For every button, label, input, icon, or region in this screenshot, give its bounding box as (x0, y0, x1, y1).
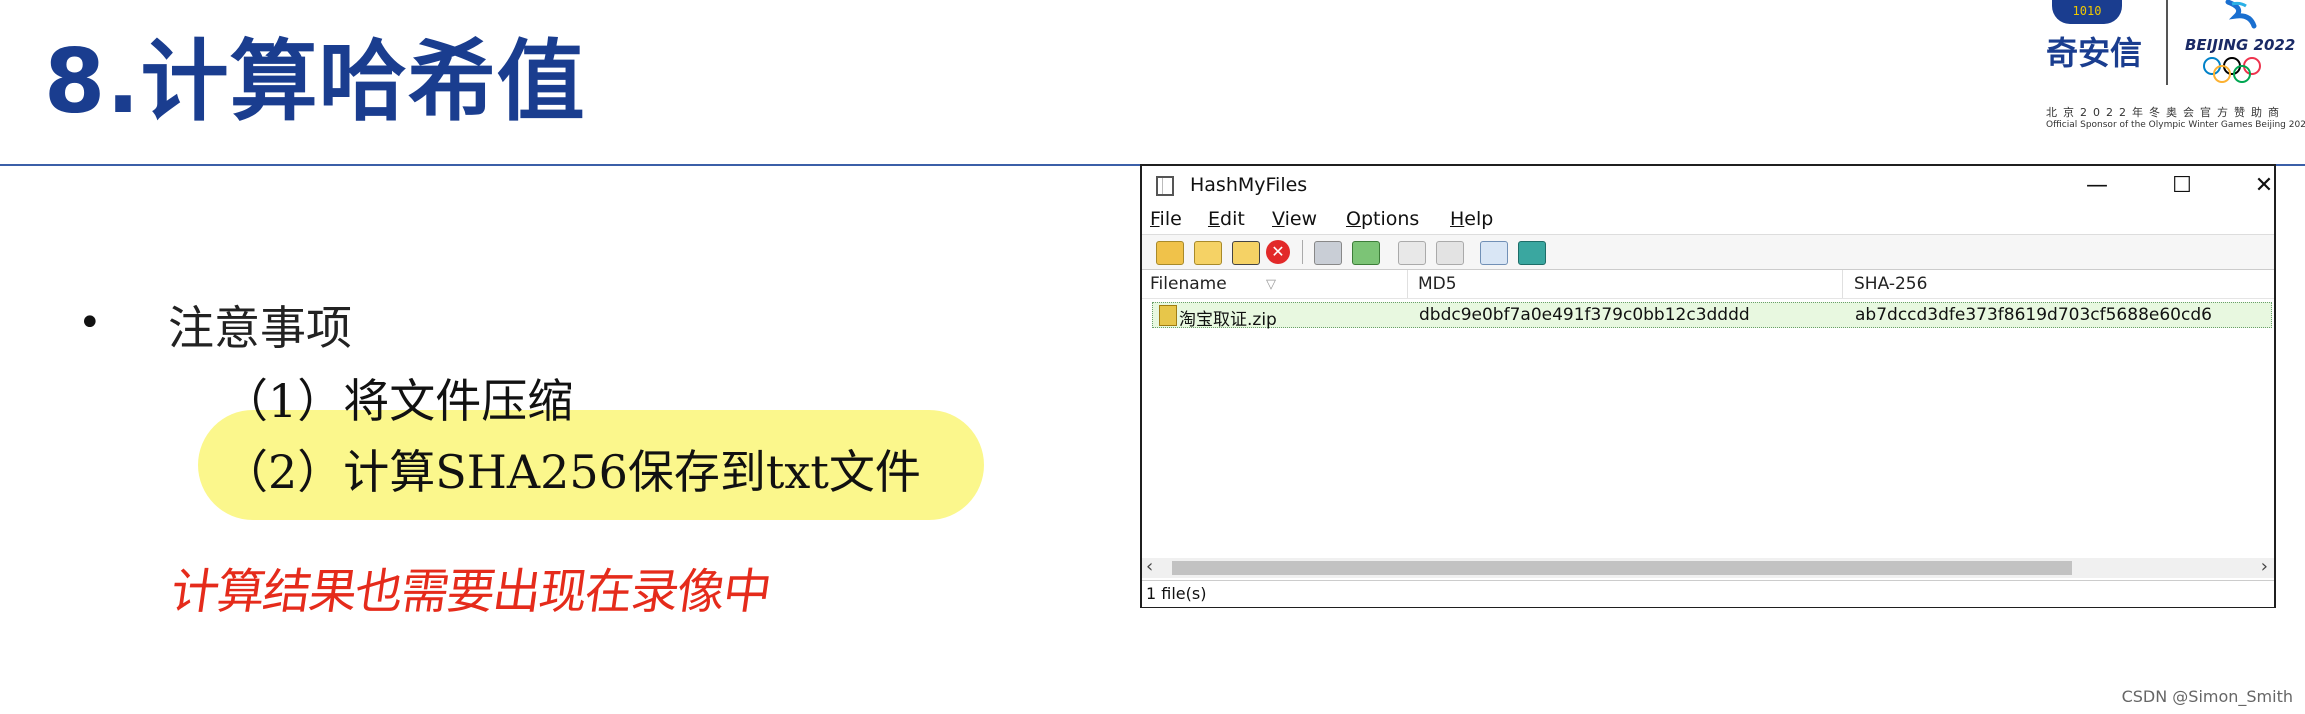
list-item-compress: （1）将文件压缩 (222, 374, 574, 428)
menu-file[interactable]: File (1150, 208, 1182, 230)
list-header: Filename ▽ MD5 SHA-256 (1142, 270, 2274, 299)
exit-icon[interactable] (1518, 241, 1546, 265)
cell-md5: dbdc9e0bf7a0e491f379c0bb12c3dddd (1419, 305, 1750, 325)
close-button[interactable]: ✕ (2234, 170, 2294, 202)
olympic-rings-icon (2203, 57, 2261, 83)
window-title: HashMyFiles (1190, 174, 1308, 196)
folder-star-icon[interactable] (1232, 241, 1260, 265)
find-icon[interactable] (1480, 241, 1508, 265)
menu-edit[interactable]: Edit (1208, 208, 1245, 230)
zip-file-icon (1159, 305, 1177, 326)
column-divider[interactable] (1842, 270, 1843, 298)
hashmyfiles-window: HashMyFiles — ☐ ✕ File Edit View Options… (1140, 164, 2276, 608)
status-bar: 1 file(s) (1142, 580, 2274, 607)
status-text: 1 file(s) (1146, 584, 1207, 603)
cell-filename: 淘宝取证.zip (1179, 310, 1277, 330)
footer-credit: CSDN @Simon_Smith (2121, 687, 2293, 706)
sponsor-logos: 1010 奇安信 BEIJING 2022 北京2022年冬奥会官方赞助商 Of… (2030, 0, 2305, 140)
bullet-icon: • (78, 300, 102, 346)
sort-arrow-icon: ▽ (1266, 277, 1276, 292)
handwritten-annotation: 计算结果也需要出现在录像中 (167, 564, 774, 620)
folder-icon[interactable] (1194, 241, 1222, 265)
properties-icon[interactable] (1436, 241, 1464, 265)
sponsor-english-text: Official Sponsor of the Olympic Winter G… (2046, 120, 2305, 130)
menu-options[interactable]: Options (1346, 208, 1419, 230)
beijing-2022-emblem-icon (2225, 0, 2257, 29)
refresh-icon[interactable] (1352, 241, 1380, 265)
qax-logo-icon: 1010 (2052, 0, 2122, 24)
menu-view[interactable]: View (1272, 208, 1317, 230)
horizontal-scrollbar[interactable]: ‹ › (1142, 556, 2274, 578)
cell-sha256: ab7dccd3dfe373f8619d703cf5688e60cd6 (1855, 305, 2212, 325)
copy-icon[interactable] (1398, 241, 1426, 265)
toolbar: ✕ (1142, 234, 2274, 270)
menu-help[interactable]: Help (1450, 208, 1493, 230)
bullet-heading: 注意事项 (168, 301, 352, 355)
slide-title: 8.计算哈希值 (44, 30, 586, 133)
stop-icon[interactable]: ✕ (1266, 240, 1290, 264)
scroll-left-icon[interactable]: ‹ (1146, 556, 1153, 577)
open-folder-icon[interactable] (1156, 241, 1184, 265)
table-row[interactable]: 淘宝取证.zip dbdc9e0bf7a0e491f379c0bb12c3ddd… (1152, 302, 2272, 330)
scrollbar-thumb[interactable] (1172, 561, 2072, 575)
scroll-right-icon[interactable]: › (2261, 556, 2268, 577)
window-titlebar[interactable]: HashMyFiles — ☐ ✕ (1142, 166, 2274, 206)
save-icon[interactable] (1314, 241, 1342, 265)
beijing-2022-text: BEIJING 2022 (2185, 36, 2296, 54)
qax-logo-text: 奇安信 (2046, 34, 2143, 72)
logo-divider (2166, 0, 2168, 85)
column-header-sha256[interactable]: SHA-256 (1854, 274, 1927, 294)
menu-bar: File Edit View Options Help (1142, 206, 2274, 234)
minimize-button[interactable]: — (2067, 170, 2127, 202)
list-item-sha256: （2）计算SHA256保存到txt文件 (222, 445, 921, 499)
column-divider[interactable] (1407, 270, 1408, 298)
column-header-filename[interactable]: Filename (1150, 274, 1227, 294)
maximize-button[interactable]: ☐ (2152, 170, 2212, 202)
sponsor-chinese-text: 北京2022年冬奥会官方赞助商 (2046, 106, 2285, 119)
toolbar-separator (1302, 240, 1303, 264)
app-icon (1156, 176, 1174, 196)
column-header-md5[interactable]: MD5 (1418, 274, 1457, 294)
